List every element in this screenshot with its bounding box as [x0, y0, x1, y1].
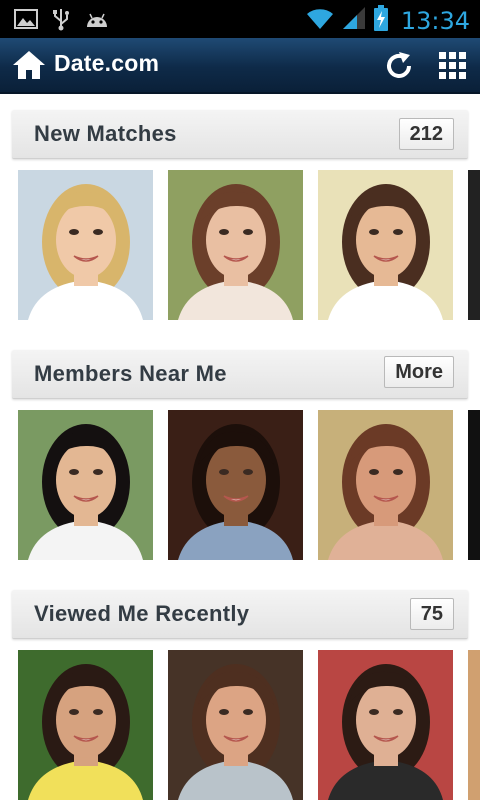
clock-time: 13:34: [400, 6, 470, 35]
content-area: New Matches 212 Members Near Me More Vie…: [0, 94, 480, 800]
status-bar: 13:34: [0, 0, 480, 38]
wifi-icon: [305, 5, 335, 36]
count-badge[interactable]: 212: [398, 118, 454, 150]
profile-photo[interactable]: [18, 410, 153, 560]
section-header[interactable]: New Matches 212: [12, 110, 468, 159]
profile-photo[interactable]: [168, 410, 303, 560]
profile-photo[interactable]: [168, 650, 303, 800]
profile-photo[interactable]: [318, 650, 453, 800]
profile-photo[interactable]: [318, 410, 453, 560]
usb-icon: [52, 7, 70, 36]
more-button[interactable]: More: [384, 356, 454, 388]
action-bar: Date.com: [0, 38, 480, 94]
image-icon: [14, 8, 38, 35]
profile-photo-partial[interactable]: [468, 410, 480, 560]
section-title: Viewed Me Recently: [34, 601, 250, 626]
profile-photo[interactable]: [18, 170, 153, 320]
profile-photo[interactable]: [318, 170, 453, 320]
battery-charging-icon: [373, 4, 389, 37]
section-title: New Matches: [34, 121, 177, 146]
profile-photo[interactable]: [168, 170, 303, 320]
count-badge[interactable]: 75: [409, 598, 454, 630]
section-title: Members Near Me: [34, 361, 227, 386]
section-header[interactable]: Members Near Me More: [12, 350, 468, 399]
grid-menu-icon[interactable]: [438, 51, 468, 81]
photo-row: [18, 410, 480, 560]
photo-row: [18, 170, 480, 320]
app-title: Date.com: [54, 50, 160, 76]
profile-photo[interactable]: [18, 650, 153, 800]
profile-photo-partial[interactable]: [468, 650, 480, 800]
photo-row: [18, 650, 480, 800]
android-icon: [84, 9, 110, 34]
profile-photo-partial[interactable]: [468, 170, 480, 320]
home-icon[interactable]: [12, 50, 46, 85]
signal-icon: [341, 5, 367, 36]
refresh-icon[interactable]: [383, 50, 415, 82]
section-header[interactable]: Viewed Me Recently 75: [12, 590, 468, 639]
